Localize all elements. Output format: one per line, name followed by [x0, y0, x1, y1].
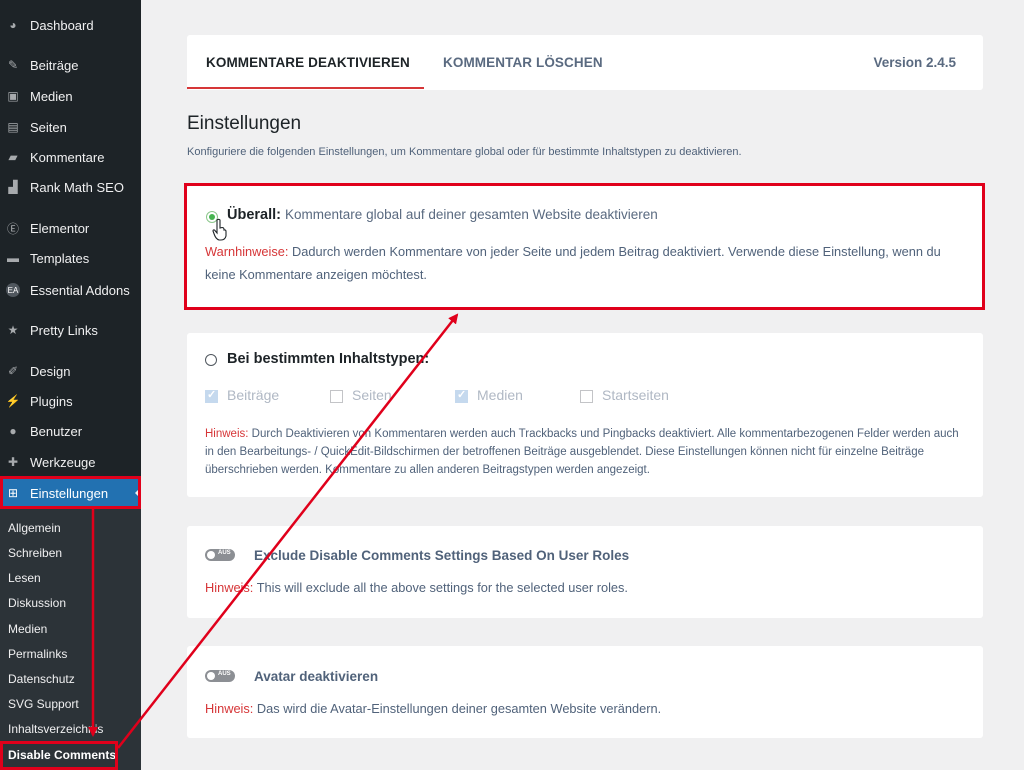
checkbox-pages-label: Seiten [352, 387, 392, 403]
submenu-svg-support[interactable]: SVG Support [8, 697, 79, 711]
avatar-hint: Hinweis: Das wird die Avatar-Einstellung… [205, 701, 662, 716]
menu-tools[interactable]: ✚ Werkzeuge [0, 447, 141, 477]
active-tab-indicator [187, 87, 424, 89]
submenu-privacy[interactable]: Datenschutz [8, 672, 75, 686]
folder-icon: ▬ [7, 251, 19, 265]
menu-posts[interactable]: ✎ Beiträge [0, 50, 141, 80]
menu-plugins[interactable]: ⚡ Plugins [0, 386, 141, 416]
plug-icon: ⚡ [5, 394, 21, 408]
menu-pages[interactable]: ▤ Seiten [0, 112, 141, 142]
checkbox-posts[interactable] [205, 388, 218, 403]
chart-icon: ▟ [8, 180, 18, 194]
submenu-discussion[interactable]: Diskussion [8, 596, 66, 610]
submenu-permalinks[interactable]: Permalinks [8, 647, 67, 661]
menu-templates[interactable]: ▬ Templates [0, 243, 141, 273]
dashboard-icon: ◕ [9, 18, 17, 32]
version-label: Version 2.4.5 [873, 55, 956, 70]
menu-users[interactable]: ● Benutzer [0, 416, 141, 446]
option-specific-card: Bei bestimmten Inhaltstypen: Beiträge Se… [187, 333, 983, 497]
submenu-media[interactable]: Medien [8, 622, 47, 636]
submenu-reading[interactable]: Lesen [8, 571, 41, 585]
star-icon: ★ [7, 323, 19, 337]
checkbox-pages[interactable] [330, 390, 343, 403]
highlight-box-settings [0, 476, 141, 509]
avatar-toggle[interactable]: AUS [205, 670, 235, 682]
tab-delete-comments[interactable]: KOMMENTAR LÖSCHEN [443, 55, 603, 70]
ea-icon: EA [6, 283, 20, 297]
highlight-box-everywhere [184, 183, 985, 310]
menu-pretty-links[interactable]: ★ Pretty Links [0, 315, 141, 345]
checkbox-media[interactable] [455, 388, 468, 403]
pin-icon: ✎ [7, 58, 19, 72]
avatar-title: Avatar deaktivieren [254, 669, 379, 684]
menu-essential-addons[interactable]: EA Essential Addons [0, 275, 141, 305]
menu-rank-math[interactable]: ▟ Rank Math SEO [0, 172, 141, 202]
page-description: Konfiguriere die folgenden Einstellungen… [187, 146, 742, 158]
admin-sidebar: ◕ Dashboard ✎ Beiträge ▣ Medien ▤ Seiten ▰ Ko… [0, 0, 141, 770]
radio-specific-types[interactable] [205, 354, 217, 366]
highlight-box-disable-comments [0, 741, 118, 770]
checkbox-media-label: Medien [477, 387, 523, 403]
pages-icon: ▤ [7, 120, 19, 134]
specific-hint: Hinweis: Durch Deaktivieren von Kommenta… [205, 428, 959, 476]
exclude-roles-title: Exclude Disable Comments Settings Based … [254, 548, 630, 563]
tab-disable-comments[interactable]: KOMMENTARE DEAKTIVIEREN [206, 55, 410, 70]
checkbox-startpages[interactable] [580, 390, 593, 403]
exclude-roles-toggle[interactable]: AUS [205, 549, 235, 561]
menu-elementor[interactable]: Ⓔ Elementor [0, 213, 141, 243]
exclude-roles-hint: Hinweis: This will exclude all the above… [205, 580, 628, 595]
menu-comments[interactable]: ▰ Kommentare [0, 142, 141, 172]
wrench-icon: ✚ [7, 455, 19, 469]
option-specific-title: Bei bestimmten Inhaltstypen: [227, 351, 430, 367]
menu-design[interactable]: ✐ Design [0, 356, 141, 386]
brush-icon: ✐ [7, 364, 19, 378]
exclude-roles-card: AUS Exclude Disable Comments Settings Ba… [187, 526, 983, 618]
user-icon: ● [9, 424, 17, 438]
page-title: Einstellungen [187, 113, 302, 134]
submenu-toc[interactable]: Inhaltsverzeichnis [8, 722, 118, 736]
menu-dashboard[interactable]: ◕ Dashboard [0, 10, 141, 40]
avatar-card: AUS Avatar deaktivieren Hinweis: Das wir… [187, 646, 983, 738]
checkbox-startpages-label: Startseiten [602, 387, 669, 403]
comment-icon: ▰ [8, 150, 18, 164]
settings-submenu: Allgemein Schreiben Lesen Diskussion Med… [0, 509, 141, 770]
menu-media[interactable]: ▣ Medien [0, 81, 141, 111]
tabs-panel: KOMMENTARE DEAKTIVIEREN KOMMENTAR LÖSCHE… [187, 35, 983, 90]
submenu-general[interactable]: Allgemein [8, 521, 61, 535]
elementor-icon: Ⓔ [6, 221, 19, 236]
checkbox-posts-label: Beiträge [227, 387, 280, 403]
submenu-writing[interactable]: Schreiben [8, 546, 62, 560]
media-icon: ▣ [7, 89, 19, 103]
